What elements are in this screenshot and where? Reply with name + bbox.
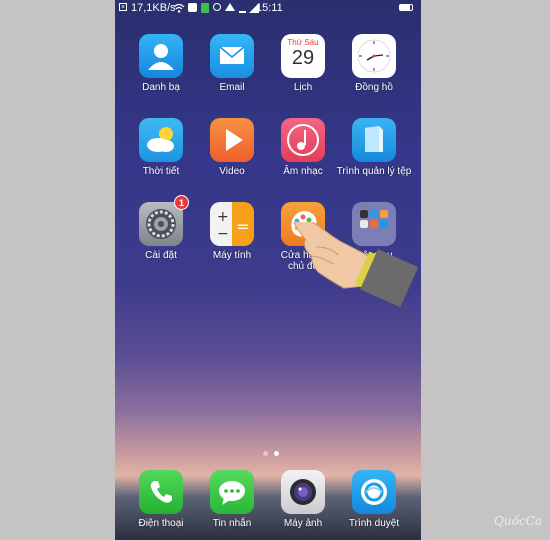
- weather-icon: [139, 118, 183, 162]
- drive-icon: [225, 3, 235, 11]
- notification-badge: 1: [174, 195, 189, 210]
- app-label: Cài đặt: [145, 250, 177, 261]
- app-contacts[interactable]: Danh bạ: [123, 34, 199, 93]
- calculator-icon: + − =: [210, 202, 254, 246]
- dock-phone[interactable]: Điện thoại: [123, 470, 199, 529]
- network-speed: 17,1KB/s: [131, 2, 176, 14]
- app-calendar[interactable]: Thứ Sáu 29 Lịch: [265, 34, 341, 93]
- email-icon: [210, 34, 254, 78]
- browser-icon: [352, 470, 396, 514]
- phone-screen: × 17,1KB/s 15:11 Danh bạ Email Thứ Sáu 2…: [115, 0, 421, 540]
- underscore-icon: [239, 11, 246, 13]
- settings-icon: 1: [139, 195, 189, 246]
- app-label: Thời tiết: [142, 166, 180, 177]
- app-label: Âm nhạc: [283, 166, 323, 177]
- app-label: Máy ảnh: [283, 518, 323, 529]
- svg-text:=: =: [236, 217, 249, 236]
- app-file-manager[interactable]: Trình quản lý tệp: [336, 118, 412, 177]
- battery-saver-icon: [201, 3, 209, 13]
- svg-text:−: −: [217, 226, 229, 242]
- app-label: Video: [219, 166, 245, 177]
- clock-icon: [352, 34, 396, 78]
- app-label: Danh bạ: [142, 82, 180, 93]
- folder-icon: [352, 118, 396, 162]
- app-calculator[interactable]: + − = Máy tính: [194, 202, 270, 261]
- dock-camera[interactable]: Máy ảnh: [265, 470, 341, 529]
- calendar-icon: Thứ Sáu 29: [281, 34, 325, 78]
- app-notification-icon: [188, 3, 197, 12]
- page-dot[interactable]: [263, 451, 268, 456]
- phone-icon: [139, 470, 183, 514]
- app-email[interactable]: Email: [194, 34, 270, 93]
- notification-icon: ×: [119, 3, 127, 11]
- app-weather[interactable]: Thời tiết: [123, 118, 199, 177]
- page-dot-active[interactable]: [274, 451, 279, 456]
- contacts-icon: [139, 34, 183, 78]
- calendar-day-name: Thứ Sáu: [287, 38, 319, 47]
- app-settings[interactable]: 1 Cài đặt: [123, 195, 199, 261]
- dock-messages[interactable]: Tin nhắn: [194, 470, 270, 529]
- pointing-hand-illustration: [292, 222, 419, 308]
- app-label: Trình quản lý tệp: [336, 166, 412, 177]
- camera-icon: [281, 470, 325, 514]
- app-clock[interactable]: Đồng hồ: [336, 34, 412, 93]
- calendar-day-number: 29: [291, 47, 315, 69]
- svg-text:+: +: [217, 209, 229, 225]
- app-label: Trình duyệt: [348, 518, 400, 529]
- video-icon: [210, 118, 254, 162]
- page-indicator: [260, 443, 282, 461]
- wifi-icon: [173, 3, 185, 13]
- app-video[interactable]: Video: [194, 118, 270, 177]
- clock-time: 15:11: [256, 2, 283, 14]
- message-icon: [210, 470, 254, 514]
- app-label: Máy tính: [212, 250, 252, 261]
- app-label: Điện thoại: [138, 518, 184, 529]
- dock-browser[interactable]: Trình duyệt: [336, 470, 412, 529]
- app-label: Tin nhắn: [212, 518, 252, 529]
- music-icon: [281, 118, 325, 162]
- app-label: Email: [219, 82, 245, 93]
- sync-icon: [213, 3, 221, 11]
- status-bar: × 17,1KB/s 15:11: [115, 0, 421, 16]
- app-music[interactable]: Âm nhạc: [265, 118, 341, 177]
- watermark-signature: QuốcCa: [494, 514, 542, 528]
- app-label: Đồng hồ: [355, 82, 393, 93]
- app-label: Lịch: [293, 82, 313, 93]
- battery-icon: [399, 4, 413, 11]
